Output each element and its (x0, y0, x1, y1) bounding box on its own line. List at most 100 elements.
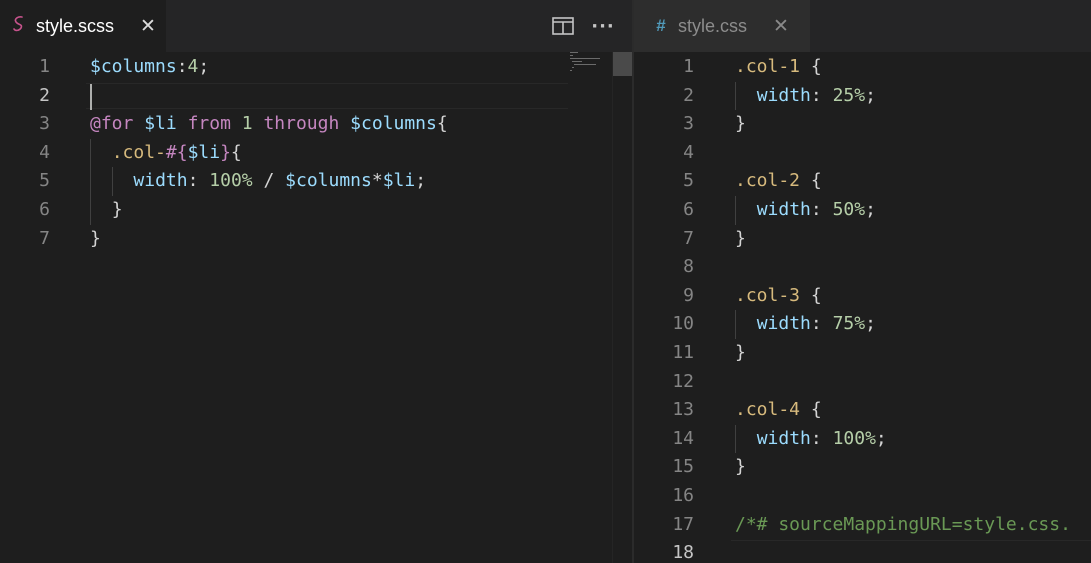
close-icon[interactable]: ✕ (773, 17, 789, 36)
code-text: width: 100%; (757, 425, 887, 454)
line-number: 17 (672, 513, 694, 535)
code-token: ; (865, 313, 876, 335)
tab-label: style.scss (36, 15, 115, 36)
code-token: : (187, 170, 210, 192)
code-line: 8 (634, 253, 1091, 282)
code-token: } (735, 456, 746, 478)
code-token: } (220, 141, 231, 163)
code-editor-scss[interactable]: 1 $columns:4; 2 3 @for $li from 1 through $c… (0, 52, 632, 563)
left-tab-bar: style.scss ✕ ··· (0, 0, 632, 52)
code-line: 11} (634, 339, 1091, 368)
line-number: 1 (683, 56, 694, 77)
indent-guide (90, 196, 91, 225)
code-token: $li (382, 170, 416, 192)
code-text: .col-1 { (735, 53, 822, 82)
line-number: 9 (683, 284, 694, 306)
line-number: 16 (672, 485, 694, 506)
indent-guide (90, 138, 91, 168)
editor-actions: ··· (548, 0, 632, 52)
code-token: } (735, 342, 746, 363)
code-line: 13 .col-4 { (634, 396, 1091, 425)
line-number: 13 (672, 399, 694, 421)
code-token: ; (415, 170, 427, 192)
code-text: width: 100% / $columns*$li; (133, 167, 426, 196)
code-line: 6} (0, 196, 632, 225)
code-line: 17 /*# sourceMappingURL=style.css. (634, 511, 1091, 540)
code-token: : (810, 427, 833, 449)
code-token: { (800, 399, 822, 421)
editor-window: style.scss ✕ ··· 1 $columns:4; 2 3 @for … (0, 0, 1091, 563)
indent-guide (735, 424, 736, 454)
tab-style-scss[interactable]: style.scss ✕ (0, 0, 166, 52)
indent-guide (735, 81, 736, 111)
code-token: } (111, 199, 123, 220)
code-token: width (756, 84, 811, 106)
line-number: 12 (672, 370, 694, 392)
code-token: { (436, 113, 448, 135)
line-number: 1 (39, 56, 50, 77)
code-token: through (263, 113, 340, 135)
code-line: 12 (634, 368, 1091, 397)
code-token: 100% (209, 170, 253, 192)
code-token: } (735, 227, 746, 249)
code-text: width: 25%; (757, 82, 876, 111)
code-token: } (90, 227, 101, 249)
code-line: 4 (634, 139, 1091, 168)
code-text: $columns:4; (90, 53, 209, 82)
code-line: 3} (634, 110, 1091, 139)
code-token: from (187, 113, 231, 135)
line-number: 10 (672, 313, 694, 335)
line-number: 4 (683, 141, 694, 163)
code-token: { (230, 141, 242, 163)
code-token: 1 (241, 113, 253, 135)
code-text: .col-4 { (735, 396, 822, 425)
tab-style-css[interactable]: # style.css ✕ (634, 0, 810, 52)
split-editor-button[interactable] (548, 11, 578, 41)
indent-guide (90, 167, 91, 196)
close-icon[interactable]: ✕ (140, 17, 156, 36)
line-number: 3 (683, 113, 694, 135)
line-number: 5 (39, 170, 50, 192)
code-token: 75% (832, 313, 866, 335)
code-line: 9 .col-3 { (634, 282, 1091, 311)
code-token: ; (865, 84, 876, 106)
code-text: width: 75%; (757, 310, 876, 339)
more-actions-button[interactable]: ··· (588, 11, 618, 41)
tab-label: style.css (678, 15, 748, 36)
line-number: 15 (672, 456, 694, 478)
split-editor-icon (552, 17, 574, 35)
code-token: $columns (350, 113, 437, 135)
code-token: .col- (111, 141, 166, 163)
code-text: } (735, 225, 746, 254)
code-token: #{ (165, 141, 188, 163)
line-number: 8 (683, 256, 694, 278)
line-number: 14 (672, 427, 694, 449)
code-line: 7} (0, 225, 632, 254)
code-token: width (756, 199, 811, 220)
code-text: @for $li from 1 through $columns{ (90, 110, 448, 139)
line-number: 6 (683, 199, 694, 220)
right-tab-bar: # style.css ✕ (634, 0, 1091, 52)
line-number: 11 (672, 342, 694, 363)
code-token: 25% (832, 84, 866, 106)
indent-guide (735, 196, 736, 225)
code-line: 18 (634, 539, 1091, 563)
code-token: width (756, 313, 811, 335)
code-text: .col-3 { (735, 282, 822, 311)
code-text: } (735, 339, 746, 368)
code-text: /*# sourceMappingURL=style.css. (735, 511, 1071, 540)
code-text: } (735, 453, 746, 482)
code-token: 4 (187, 56, 199, 77)
code-text: } (735, 110, 746, 139)
code-line: 6 width: 50%; (634, 196, 1091, 225)
line-number: 5 (683, 170, 694, 192)
line-number: 3 (39, 113, 50, 135)
line-number: 2 (39, 84, 50, 106)
code-token: width (133, 170, 188, 192)
code-token: $li (187, 141, 221, 163)
code-editor-css[interactable]: 1 .col-1 {2 width: 25%; 3} 4 5 .col-2 {6 width:… (634, 52, 1091, 563)
code-line: 15} (634, 453, 1091, 482)
indent-guide (111, 167, 113, 196)
indent-guide (735, 310, 736, 339)
